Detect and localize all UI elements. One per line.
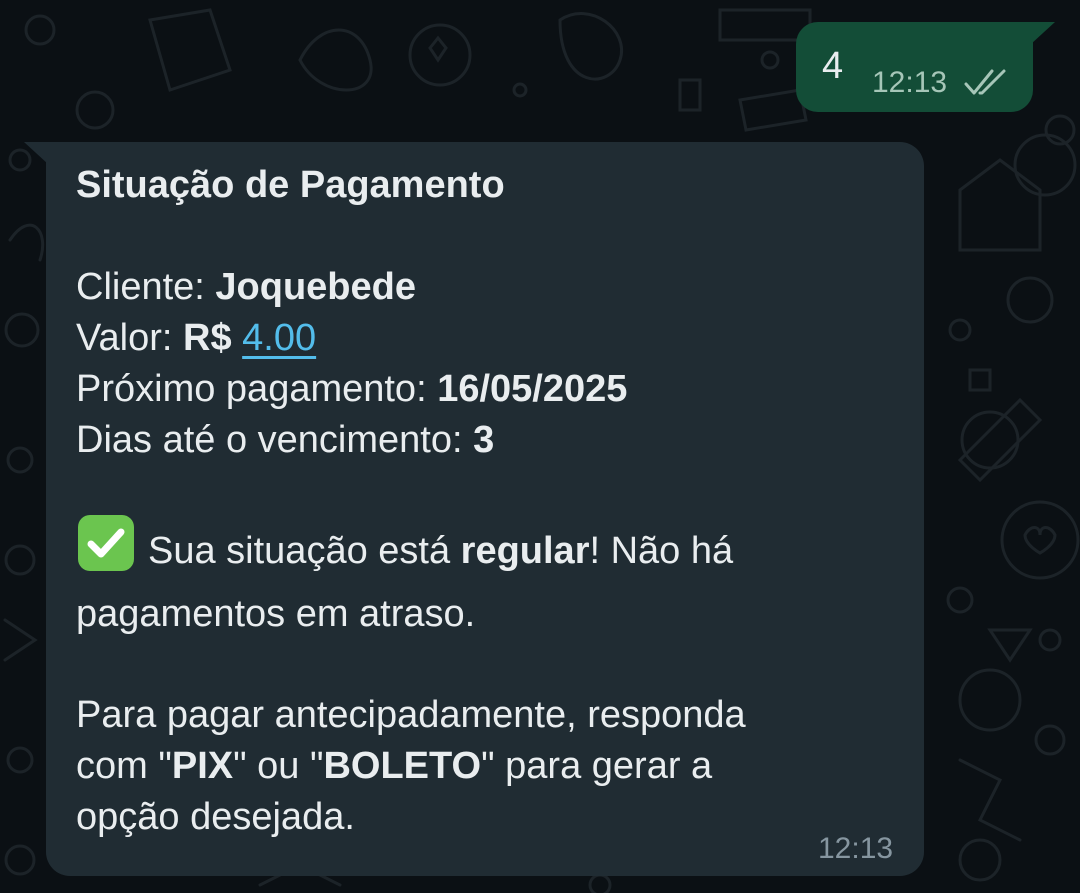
incoming-bubble-tail — [24, 142, 48, 164]
cta-line-2: com "PIX" ou "BOLETO" para gerar a — [76, 741, 896, 792]
days-line: Dias até o vencimento: 3 — [76, 415, 896, 466]
outgoing-message-time: 12:13 — [872, 66, 948, 99]
amount-line: Valor: R$ 4.00 — [76, 313, 896, 364]
status-line: Sua situação está regular! Não há — [76, 513, 896, 584]
cta-line-1: Para pagar antecipadamente, responda — [76, 694, 746, 736]
cta-boleto: BOLETO — [323, 745, 482, 787]
outgoing-message-text: 4 — [822, 45, 844, 87]
client-name: Joquebede — [215, 266, 417, 308]
amount-link[interactable]: 4.00 — [242, 317, 316, 359]
client-label: Cliente: — [76, 266, 205, 308]
currency-symbol: R$ — [183, 317, 232, 359]
incoming-message-bubble[interactable]: Situação de Pagamento Cliente: Joquebede… — [46, 142, 924, 876]
status-word: regular — [460, 530, 590, 572]
status-prefix: Sua situação está — [148, 530, 451, 572]
amount-label: Valor: — [76, 317, 173, 359]
status-suffix: ! Não há — [589, 530, 734, 572]
cta-line-3: opção desejada. — [76, 796, 355, 838]
cta-end: " para gerar a — [481, 745, 713, 787]
incoming-message-body: Situação de Pagamento Cliente: Joquebede… — [76, 160, 896, 843]
cta-pix: PIX — [171, 745, 234, 787]
incoming-message-time: 12:13 — [818, 832, 894, 865]
days-label: Dias até o vencimento: — [76, 419, 463, 461]
status-line-2: pagamentos em atraso. — [76, 593, 476, 635]
cta-ou: " ou " — [233, 745, 324, 787]
next-payment-label: Próximo pagamento: — [76, 368, 427, 410]
double-check-icon — [964, 69, 1006, 95]
next-payment-line: Próximo pagamento: 16/05/2025 — [76, 364, 896, 415]
days-value: 3 — [473, 419, 495, 461]
outgoing-message-bubble[interactable]: 4 12:13 — [796, 22, 1033, 112]
client-line: Cliente: Joquebede — [76, 262, 896, 313]
check-mark-button-icon — [78, 515, 134, 571]
next-payment-date: 16/05/2025 — [437, 368, 628, 410]
message-title: Situação de Pagamento — [76, 164, 505, 206]
outgoing-bubble-tail — [1031, 22, 1055, 44]
cta-com: com " — [76, 745, 172, 787]
